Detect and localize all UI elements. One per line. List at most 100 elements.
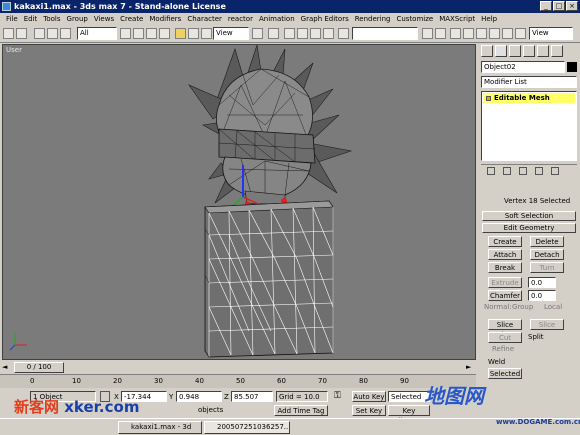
- refine-checkbox[interactable]: Refine: [492, 344, 514, 354]
- bind-space-warp-icon[interactable]: [60, 28, 71, 39]
- auto-key-button[interactable]: Auto Key: [352, 391, 386, 402]
- weld-selected-button[interactable]: Selected: [488, 368, 522, 379]
- modifier-list-select[interactable]: Modifier List: [481, 76, 577, 88]
- align-icon[interactable]: [435, 28, 446, 39]
- spinner-snap-icon[interactable]: [323, 28, 334, 39]
- menu-modifiers[interactable]: Modifiers: [146, 13, 184, 25]
- display-tab-icon[interactable]: [537, 45, 549, 57]
- z-coordinate-field[interactable]: 85.507: [231, 391, 273, 402]
- modify-tab-icon[interactable]: [495, 45, 507, 57]
- named-selection-select[interactable]: [352, 27, 418, 40]
- make-unique-icon[interactable]: [519, 167, 527, 175]
- normal-group-radio[interactable]: Group: [512, 302, 533, 312]
- slice-button[interactable]: Slice: [530, 319, 564, 330]
- select-object-icon[interactable]: [120, 28, 131, 39]
- reference-coordinate-select[interactable]: View: [213, 27, 249, 40]
- select-manipulate-icon[interactable]: [268, 28, 279, 39]
- render-scene-icon[interactable]: [502, 28, 513, 39]
- menu-edit[interactable]: Edit: [21, 13, 41, 25]
- detach-button[interactable]: Detach: [530, 249, 564, 260]
- slider-next-icon[interactable]: ►: [466, 363, 474, 372]
- menu-views[interactable]: Views: [91, 13, 117, 25]
- user-viewport[interactable]: User: [2, 44, 476, 360]
- track-bar[interactable]: 0 10 20 30 40 50 60 70 80 90: [0, 374, 476, 388]
- break-button[interactable]: Break: [488, 262, 522, 273]
- select-link-icon[interactable]: [34, 28, 45, 39]
- object-name-field[interactable]: Object02: [481, 61, 565, 73]
- configure-modifier-sets-icon[interactable]: [551, 167, 559, 175]
- normal-local-radio[interactable]: Local: [544, 302, 562, 312]
- menu-customize[interactable]: Customize: [393, 13, 436, 25]
- delete-button[interactable]: Delete: [530, 236, 564, 247]
- angle-snap-icon[interactable]: [297, 28, 308, 39]
- maximize-button[interactable]: □: [553, 1, 565, 11]
- layer-manager-icon[interactable]: [450, 28, 461, 39]
- split-checkbox[interactable]: Split: [528, 332, 544, 342]
- cut-button[interactable]: Cut: [488, 332, 522, 343]
- select-scale-icon[interactable]: [201, 28, 212, 39]
- material-editor-icon[interactable]: [489, 28, 500, 39]
- schematic-view-icon[interactable]: [476, 28, 487, 39]
- chamfer-button[interactable]: Chamfer: [488, 290, 522, 301]
- create-tab-icon[interactable]: [481, 45, 493, 57]
- undo-icon[interactable]: [3, 28, 14, 39]
- menu-graph-editors[interactable]: Graph Editors: [298, 13, 352, 25]
- menu-animation[interactable]: Animation: [256, 13, 298, 25]
- close-button[interactable]: ×: [566, 1, 578, 11]
- chamfer-amount-field[interactable]: 0.0: [528, 290, 556, 301]
- remove-modifier-icon[interactable]: [535, 167, 543, 175]
- selection-filter-select[interactable]: All: [77, 27, 117, 40]
- menu-help[interactable]: Help: [478, 13, 500, 25]
- y-coordinate-field[interactable]: 0.948: [176, 391, 222, 402]
- percent-snap-icon[interactable]: [310, 28, 321, 39]
- slice-plane-button[interactable]: Slice Plan: [488, 319, 522, 339]
- minimize-button[interactable]: _: [540, 1, 552, 11]
- character-mesh[interactable]: [3, 45, 476, 360]
- utilities-tab-icon[interactable]: [551, 45, 563, 57]
- menu-maxscript[interactable]: MAXScript: [436, 13, 478, 25]
- menu-tools[interactable]: Tools: [40, 13, 63, 25]
- taskbar-item-3dsmax[interactable]: kakaxi1.max - 3d: [118, 421, 202, 434]
- slider-prev-icon[interactable]: ◄: [2, 363, 10, 372]
- quick-render-icon[interactable]: [515, 28, 526, 39]
- menu-file[interactable]: File: [3, 13, 21, 25]
- pin-stack-icon[interactable]: [487, 167, 495, 175]
- show-end-result-icon[interactable]: [503, 167, 511, 175]
- motion-tab-icon[interactable]: [523, 45, 535, 57]
- attach-button[interactable]: Attach: [488, 249, 522, 260]
- taskbar-item-image[interactable]: 200507251036257...: [204, 421, 290, 434]
- menu-group[interactable]: Group: [64, 13, 91, 25]
- time-slider[interactable]: 0 / 100 ◄ ►: [0, 361, 476, 374]
- pivot-center-icon[interactable]: [252, 28, 263, 39]
- turn-button[interactable]: Turn: [530, 262, 564, 273]
- render-type-select[interactable]: View: [529, 27, 573, 40]
- curve-editor-icon[interactable]: [463, 28, 474, 39]
- time-slider-thumb[interactable]: 0 / 100: [14, 362, 64, 373]
- menu-rendering[interactable]: Rendering: [352, 13, 394, 25]
- mirror-icon[interactable]: [422, 28, 433, 39]
- named-selection-edit-icon[interactable]: [338, 28, 349, 39]
- extrude-button[interactable]: Extrude: [488, 277, 522, 288]
- window-crossing-icon[interactable]: [159, 28, 170, 39]
- soft-selection-rollout[interactable]: Soft Selection: [482, 211, 576, 221]
- select-by-name-icon[interactable]: [133, 28, 144, 39]
- add-time-tag-button[interactable]: Add Time Tag: [274, 405, 328, 416]
- select-move-icon[interactable]: [175, 28, 186, 39]
- extrude-amount-field[interactable]: 0.0: [528, 277, 556, 288]
- rectangle-selection-icon[interactable]: [146, 28, 157, 39]
- redo-icon[interactable]: [16, 28, 27, 39]
- menu-character[interactable]: Character: [184, 13, 225, 25]
- key-icon[interactable]: ⚿: [334, 392, 348, 402]
- menu-create[interactable]: Create: [117, 13, 146, 25]
- stack-expand-icon[interactable]: [486, 95, 491, 101]
- set-key-button[interactable]: Set Key: [352, 405, 386, 416]
- menu-reactor[interactable]: reactor: [225, 13, 256, 25]
- edit-geometry-rollout[interactable]: Edit Geometry: [482, 223, 576, 233]
- create-button[interactable]: Create: [488, 236, 522, 247]
- object-color-swatch[interactable]: [567, 62, 577, 72]
- select-rotate-icon[interactable]: [188, 28, 199, 39]
- stack-item-editable-mesh[interactable]: Editable Mesh: [483, 93, 575, 103]
- snaps-toggle-icon[interactable]: [284, 28, 295, 39]
- unlink-icon[interactable]: [47, 28, 58, 39]
- hierarchy-tab-icon[interactable]: [509, 45, 521, 57]
